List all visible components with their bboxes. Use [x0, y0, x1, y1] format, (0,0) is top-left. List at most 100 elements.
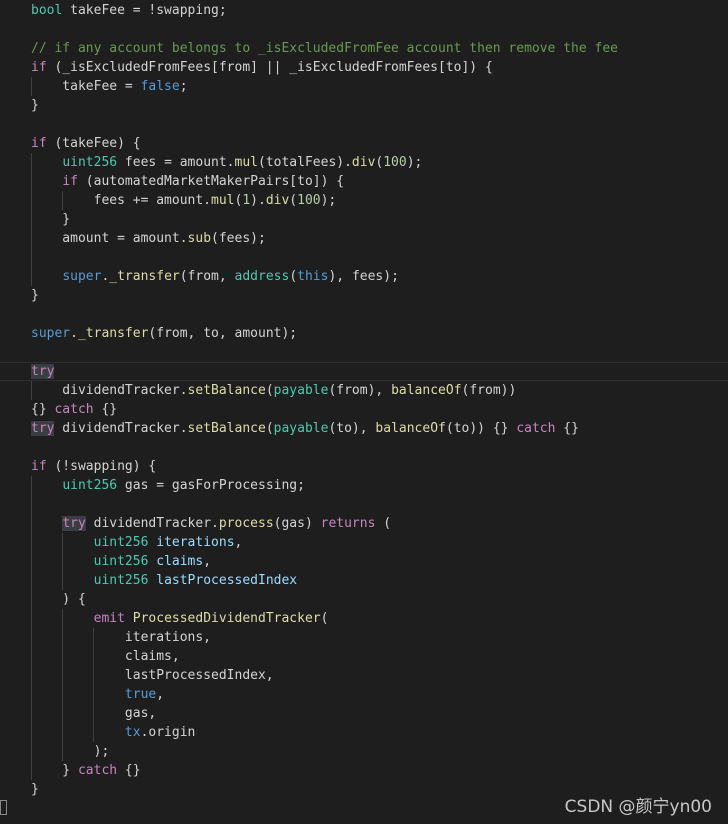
- code-line[interactable]: if (!swapping) {: [31, 457, 156, 476]
- code-token: _transfer: [77, 326, 149, 341]
- code-line[interactable]: // if any account belongs to _isExcluded…: [31, 39, 618, 58]
- code-token: uint256: [93, 573, 149, 588]
- code-line[interactable]: takeFee = false;: [31, 77, 188, 96]
- code-token: returns: [320, 516, 376, 531]
- code-token: iterations: [148, 535, 235, 550]
- watermark: CSDN @颜宁yn00: [564, 797, 712, 817]
- code-line[interactable]: tx.origin: [31, 723, 195, 742]
- code-token: div: [265, 193, 290, 208]
- code-token: (totalFees).: [258, 155, 352, 170]
- code-token: mul: [211, 193, 235, 208]
- code-line[interactable]: ) {: [31, 590, 86, 609]
- code-line[interactable]: );: [31, 742, 110, 761]
- code-token: uint256: [93, 535, 149, 550]
- code-line[interactable]: super._transfer(from, address(this), fee…: [31, 267, 399, 286]
- code-token: 1: [242, 193, 251, 208]
- code-token: _transfer: [109, 269, 180, 284]
- code-token: setBalance: [187, 421, 266, 436]
- code-line[interactable]: fees += amount.mul(1).div(100);: [31, 191, 337, 210]
- code-token: );: [31, 744, 110, 759]
- code-line[interactable]: uint256 iterations,: [31, 533, 243, 552]
- code-line[interactable]: gas,: [31, 704, 156, 723]
- code-line[interactable]: try dividendTracker.setBalance(payable(t…: [31, 419, 579, 438]
- code-token: (: [289, 269, 298, 284]
- code-token: bool: [31, 3, 63, 18]
- code-line[interactable]: try: [31, 362, 55, 381]
- code-token: process: [218, 516, 274, 531]
- code-token: lastProcessedIndex: [148, 573, 298, 588]
- code-line[interactable]: true,: [31, 685, 164, 704]
- code-line[interactable]: emit ProcessedDividendTracker(: [31, 609, 329, 628]
- code-token: sub: [187, 231, 212, 246]
- code-token: balanceOf: [391, 383, 462, 398]
- code-line[interactable]: amount = amount.sub(fees);: [31, 229, 266, 248]
- current-line-border: [0, 362, 728, 363]
- code-token: fees += amount.: [31, 193, 212, 208]
- code-token: 100: [383, 155, 407, 170]
- code-token: try: [31, 421, 55, 436]
- code-token: balanceOf: [375, 421, 446, 436]
- code-line[interactable]: }: [31, 286, 39, 305]
- code-line[interactable]: uint256 gas = gasForProcessing;: [31, 476, 305, 495]
- code-token: }: [31, 98, 39, 113]
- code-token: if: [31, 60, 47, 75]
- code-token: catch: [77, 763, 118, 778]
- code-token: ,: [203, 554, 212, 569]
- code-token: (fees);: [211, 231, 266, 246]
- code-line[interactable]: if (takeFee) {: [31, 134, 141, 153]
- code-editor[interactable]: bool takeFee = !swapping; // if any accou…: [0, 0, 728, 824]
- code-token: dividendTracker.: [54, 421, 188, 436]
- code-token: if: [31, 459, 47, 474]
- code-line[interactable]: dividendTracker.setBalance(payable(from)…: [31, 381, 516, 400]
- code-token: catch: [516, 421, 556, 436]
- code-token: try: [31, 364, 55, 379]
- code-line[interactable]: bool takeFee = !swapping;: [31, 1, 227, 20]
- code-token: }: [31, 212, 71, 227]
- code-token: super: [31, 326, 71, 341]
- code-line[interactable]: super._transfer(from, to, amount);: [31, 324, 297, 343]
- code-line[interactable]: {} catch {}: [31, 400, 117, 419]
- code-token: if: [31, 136, 47, 151]
- code-token: catch: [54, 402, 94, 417]
- code-token: );: [320, 193, 337, 208]
- code-token: try: [62, 516, 86, 531]
- code-line[interactable]: try dividendTracker.process(gas) returns…: [31, 514, 391, 533]
- code-line[interactable]: iterations,: [31, 628, 211, 647]
- code-line[interactable]: uint256 claims,: [31, 552, 211, 571]
- code-line[interactable]: uint256 fees = amount.mul(totalFees).div…: [31, 153, 422, 172]
- code-token: ;: [179, 79, 188, 94]
- code-line[interactable]: }: [31, 210, 70, 229]
- code-line[interactable]: } catch {}: [31, 761, 140, 780]
- code-token: (from)): [461, 383, 517, 398]
- code-token: uint256: [62, 155, 118, 170]
- code-line[interactable]: uint256 lastProcessedIndex: [31, 571, 298, 590]
- code-token: amount = amount.: [31, 231, 188, 246]
- code-line[interactable]: if (automatedMarketMakerPairs[to]) {: [31, 172, 344, 191]
- code-line[interactable]: claims,: [31, 647, 180, 666]
- code-token: (from, to, amount);: [148, 326, 298, 341]
- code-token: {}: [93, 402, 118, 417]
- code-token: {}: [555, 421, 579, 436]
- code-token: fees = amount.: [117, 155, 235, 170]
- code-token: false: [140, 79, 180, 94]
- code-token: takeFee =: [31, 79, 141, 94]
- code-token: true: [124, 687, 157, 702]
- code-token: (: [320, 611, 329, 626]
- code-line[interactable]: }: [31, 780, 39, 799]
- code-token: gas,: [31, 706, 157, 721]
- code-token: (: [375, 516, 392, 531]
- code-line[interactable]: }: [31, 96, 39, 115]
- code-line[interactable]: if (_isExcludedFromFees[from] || _isExcl…: [31, 58, 493, 77]
- code-token: ) {: [31, 592, 86, 607]
- code-token: ,: [156, 687, 165, 702]
- code-line[interactable]: lastProcessedIndex,: [31, 666, 274, 685]
- code-token: (automatedMarketMakerPairs[to]) {: [77, 174, 345, 189]
- code-token: .: [70, 326, 78, 341]
- code-token: // if any account belongs to _isExcluded…: [31, 41, 618, 56]
